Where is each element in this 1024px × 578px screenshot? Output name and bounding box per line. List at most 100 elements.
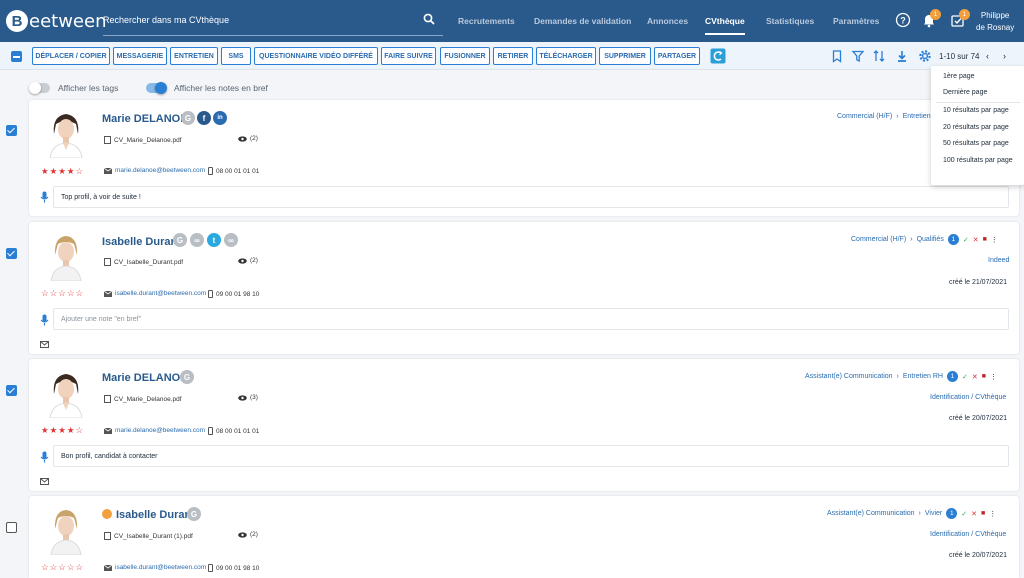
- next-page-icon[interactable]: ›: [1003, 51, 1006, 61]
- more-vert-icon[interactable]: ⋮: [990, 373, 997, 381]
- candidate-phone[interactable]: 09 00 01 98 10: [208, 564, 259, 572]
- star-rating[interactable]: ★★★★☆: [41, 166, 84, 177]
- web-icon[interactable]: ∞: [224, 233, 238, 247]
- filter-icon[interactable]: [851, 49, 865, 63]
- trash-icon[interactable]: ■: [982, 373, 986, 380]
- pipeline-info[interactable]: Assistant(e) Communication › Vivier 1 ✓ ✕ ■ ⋮: [827, 508, 996, 519]
- pipeline-job[interactable]: Assistant(e) Communication: [827, 510, 915, 517]
- nav-parametres[interactable]: Paramètres: [833, 0, 879, 42]
- video-questionnaire-button[interactable]: QUESTIONNAIRE VIDÉO DIFFÉRÉ: [254, 47, 378, 65]
- pipeline-stage[interactable]: Qualifiés: [917, 236, 944, 243]
- more-vert-icon[interactable]: ⋮: [991, 236, 998, 244]
- cv-file-link[interactable]: CV_Isabelle_Durant (1).pdf: [104, 532, 193, 540]
- sms-button[interactable]: SMS: [221, 47, 251, 65]
- row-checkbox-2[interactable]: [6, 248, 17, 259]
- search-bar[interactable]: Rechercher dans ma CVthèque: [103, 10, 443, 36]
- link-icon[interactable]: ∞: [190, 233, 204, 247]
- trash-icon[interactable]: ■: [981, 510, 985, 517]
- cv-file-link[interactable]: CV_Isabelle_Durant.pdf: [104, 258, 183, 266]
- close-icon[interactable]: ✕: [973, 236, 979, 244]
- pipeline-job[interactable]: Assistant(e) Communication: [805, 373, 893, 380]
- forward-button[interactable]: FAIRE SUIVRE: [381, 47, 436, 65]
- nav-demandes-validation[interactable]: Demandes de validation: [534, 0, 631, 42]
- prev-page-icon[interactable]: ‹: [986, 51, 989, 61]
- pipeline-info[interactable]: Assistant(e) Communication › Entretien RH 1…: [805, 371, 997, 382]
- microphone-icon[interactable]: [40, 451, 49, 463]
- check-icon[interactable]: ✓: [961, 510, 967, 518]
- candidate-email[interactable]: marie.delanoe@beetween.com: [104, 167, 205, 174]
- facebook-icon[interactable]: f: [197, 111, 211, 125]
- per-page-100-option[interactable]: 100 résultats par page: [943, 156, 1018, 166]
- brief-note[interactable]: Bon profil, candidat à contacter: [53, 445, 1009, 467]
- more-vert-icon[interactable]: ⋮: [989, 510, 996, 518]
- candidate-name[interactable]: Marie DELANOE: [102, 113, 188, 125]
- search-icon[interactable]: [423, 13, 435, 25]
- close-icon[interactable]: ✕: [971, 510, 977, 518]
- user-menu[interactable]: Philippe de Rosnay: [976, 10, 1014, 34]
- nav-recrutements[interactable]: Recrutements: [458, 0, 515, 42]
- candidate-phone[interactable]: 09 00 01 98 10: [208, 290, 259, 298]
- messaging-button[interactable]: MESSAGERIE: [113, 47, 167, 65]
- pipeline-stage[interactable]: Entretien: [903, 113, 931, 120]
- row-checkbox-4[interactable]: [6, 522, 17, 533]
- trash-icon[interactable]: ■: [983, 236, 987, 243]
- star-rating[interactable]: ★★★★☆: [41, 425, 84, 436]
- pipeline-info[interactable]: Commercial (H/F) › Entretien: [837, 113, 931, 120]
- refresh-icon[interactable]: [710, 48, 726, 64]
- linkedin-icon[interactable]: in: [213, 111, 227, 125]
- search-input[interactable]: Rechercher dans ma CVthèque: [103, 15, 229, 25]
- interview-button[interactable]: ENTRETIEN: [170, 47, 218, 65]
- star-rating[interactable]: ☆☆☆☆☆: [41, 562, 84, 573]
- pipeline-stage[interactable]: Entretien RH: [903, 373, 943, 380]
- google-icon[interactable]: G: [181, 111, 195, 125]
- candidate-email[interactable]: marie.delanoe@beetween.com: [104, 427, 205, 434]
- row-checkbox-1[interactable]: [6, 125, 17, 136]
- nav-cvtheque[interactable]: CVthèque: [705, 0, 745, 42]
- pipeline-job[interactable]: Commercial (H/F): [837, 113, 892, 120]
- microphone-icon[interactable]: [40, 191, 49, 203]
- download-button[interactable]: TÉLÉCHARGER: [536, 47, 596, 65]
- brief-note-input[interactable]: Ajouter une note "en bref": [53, 308, 1009, 330]
- google-icon[interactable]: G: [180, 370, 194, 384]
- pipeline-stage[interactable]: Vivier: [925, 510, 942, 517]
- candidate-phone[interactable]: 08 00 01 01 01: [208, 427, 259, 435]
- envelope-icon[interactable]: [40, 341, 49, 348]
- cv-file-link[interactable]: CV_Marie_Delanoe.pdf: [104, 136, 182, 144]
- move-copy-button[interactable]: DÉPLACER / COPIER: [32, 47, 110, 65]
- help-icon[interactable]: ?: [895, 12, 911, 28]
- star-rating[interactable]: ☆☆☆☆☆: [41, 288, 84, 299]
- bookmark-icon[interactable]: [830, 49, 844, 63]
- gear-icon[interactable]: [918, 49, 932, 63]
- row-checkbox-3[interactable]: [6, 385, 17, 396]
- cv-file-link[interactable]: CV_Marie_Delanoe.pdf: [104, 395, 182, 403]
- google-icon[interactable]: G: [173, 233, 187, 247]
- nav-annonces[interactable]: Annonces: [647, 0, 688, 42]
- nav-statistiques[interactable]: Statistiques: [766, 0, 814, 42]
- check-icon[interactable]: ✓: [962, 373, 968, 381]
- last-page-option[interactable]: Dernière page: [943, 88, 987, 98]
- candidate-email[interactable]: isabelle.durant@beetween.com: [104, 564, 206, 571]
- merge-button[interactable]: FUSIONNER: [440, 47, 490, 65]
- notes-toggle[interactable]: [146, 82, 167, 94]
- sort-icon[interactable]: [872, 49, 886, 63]
- check-icon[interactable]: ✓: [963, 236, 969, 244]
- candidate-name[interactable]: Marie DELANOE: [102, 372, 188, 384]
- pipeline-info[interactable]: Commercial (H/F) › Qualifiés 1 ✓ ✕ ■ ⋮: [851, 234, 998, 245]
- delete-button[interactable]: SUPPRIMER: [599, 47, 651, 65]
- tags-toggle[interactable]: [29, 82, 50, 94]
- candidate-email[interactable]: isabelle.durant@beetween.com: [104, 290, 206, 297]
- candidate-name[interactable]: Isabelle Durant: [116, 509, 195, 521]
- select-all-checkbox[interactable]: [11, 51, 22, 62]
- download-icon[interactable]: [895, 49, 909, 63]
- per-page-10-option[interactable]: 10 résultats par page: [943, 106, 1009, 116]
- per-page-20-option[interactable]: 20 résultats par page: [943, 123, 1009, 133]
- google-icon[interactable]: G: [187, 507, 201, 521]
- share-button[interactable]: PARTAGER: [654, 47, 700, 65]
- candidate-name[interactable]: Isabelle Durant: [102, 236, 181, 248]
- close-icon[interactable]: ✕: [972, 373, 978, 381]
- remove-button[interactable]: RETIRER: [493, 47, 533, 65]
- envelope-icon[interactable]: [40, 478, 49, 485]
- twitter-icon[interactable]: t: [207, 233, 221, 247]
- beetween-logo[interactable]: B eetween: [6, 8, 106, 34]
- microphone-icon[interactable]: [40, 314, 49, 326]
